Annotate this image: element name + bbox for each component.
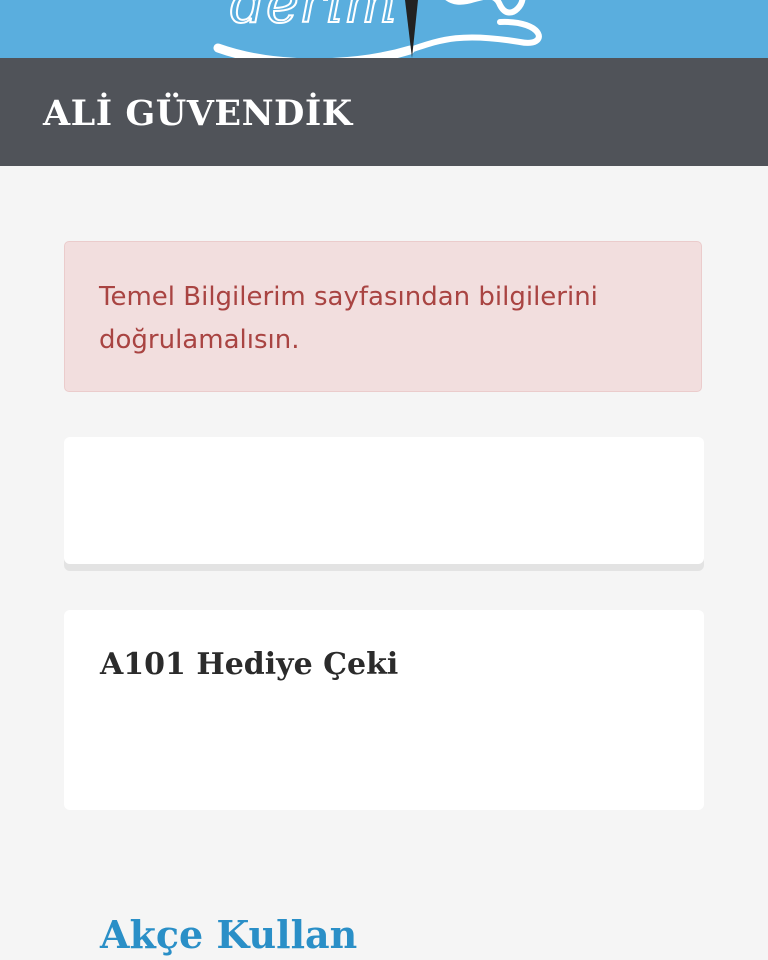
top-banner: derim <box>0 0 768 58</box>
brand-logo[interactable]: derim <box>200 0 560 58</box>
user-name: ALİ GÜVENDİK <box>43 93 353 134</box>
verification-alert: Temel Bilgilerim sayfasından bilgilerini… <box>64 241 702 392</box>
akce-title: Akçe Kullan <box>100 912 358 957</box>
akce-card[interactable]: Akçe Kullan <box>64 437 704 957</box>
alert-message: Temel Bilgilerim sayfasından bilgilerini… <box>99 282 598 355</box>
svg-text:derim: derim <box>230 0 397 36</box>
gift-card[interactable] <box>64 610 704 810</box>
gift-card-title: A101 Hediye Çeki <box>100 647 399 682</box>
